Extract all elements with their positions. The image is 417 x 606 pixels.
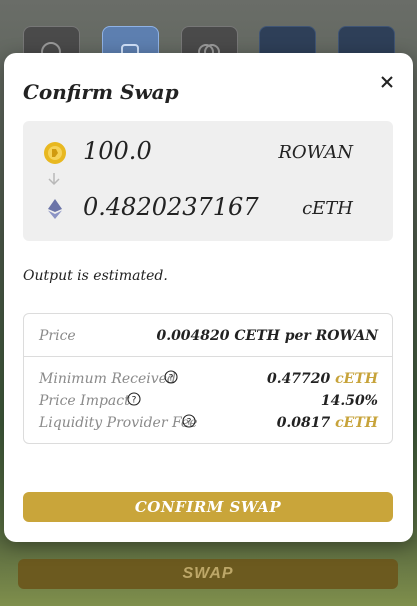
min-received-label: Minimum Received bbox=[39, 371, 176, 387]
price-impact-value: 14.50% bbox=[320, 393, 378, 409]
swap-button[interactable]: SWAP bbox=[18, 559, 398, 589]
min-received-help-icon[interactable]: ? bbox=[164, 370, 178, 384]
to-token-row: 0.4820237167 cETH bbox=[23, 191, 393, 227]
min-received-amount: 0.47720 bbox=[266, 371, 331, 387]
lp-fee-amount: 0.0817 bbox=[276, 415, 331, 431]
svg-text:?: ? bbox=[132, 396, 137, 406]
min-received-value: 0.47720 cETH bbox=[267, 371, 378, 387]
close-button[interactable] bbox=[375, 70, 399, 94]
svg-text:?: ? bbox=[169, 374, 174, 384]
details-divider bbox=[24, 356, 392, 357]
rowan-token-icon bbox=[44, 142, 66, 164]
from-token-row: 100.0 ROWAN bbox=[23, 135, 393, 171]
price-value: 0.004820 CETH per ROWAN bbox=[156, 328, 378, 344]
lp-fee-value: 0.0817 cETH bbox=[277, 415, 378, 431]
lp-fee-label: Liquidity Provider Fee bbox=[39, 415, 198, 431]
eth-token-icon bbox=[48, 199, 62, 219]
confirm-swap-button[interactable]: CONFIRM SWAP bbox=[23, 492, 393, 522]
to-amount: 0.4820237167 bbox=[83, 193, 259, 221]
price-impact-help-icon[interactable]: ? bbox=[127, 392, 141, 406]
arrow-down-icon bbox=[48, 173, 60, 186]
min-received-symbol: cETH bbox=[335, 371, 378, 387]
confirm-swap-modal: Confirm Swap 100.0 ROWAN 0.4820237167 cE… bbox=[4, 53, 413, 542]
from-amount: 100.0 bbox=[83, 137, 152, 165]
price-label: Price bbox=[39, 328, 76, 344]
background-nav bbox=[0, 0, 417, 78]
estimate-note: Output is estimated. bbox=[23, 268, 168, 284]
lp-fee-help-icon[interactable]: ? bbox=[182, 414, 196, 428]
swap-details: Price 0.004820 CETH per ROWAN Minimum Re… bbox=[23, 313, 393, 444]
token-summary: 100.0 ROWAN 0.4820237167 cETH bbox=[23, 121, 393, 241]
modal-title: Confirm Swap bbox=[23, 80, 179, 104]
price-impact-label: Price Impact bbox=[39, 393, 130, 409]
close-icon bbox=[381, 76, 393, 88]
svg-text:?: ? bbox=[187, 418, 192, 428]
lp-fee-symbol: cETH bbox=[335, 415, 378, 431]
from-symbol: ROWAN bbox=[278, 142, 353, 163]
to-symbol: cETH bbox=[302, 198, 353, 219]
